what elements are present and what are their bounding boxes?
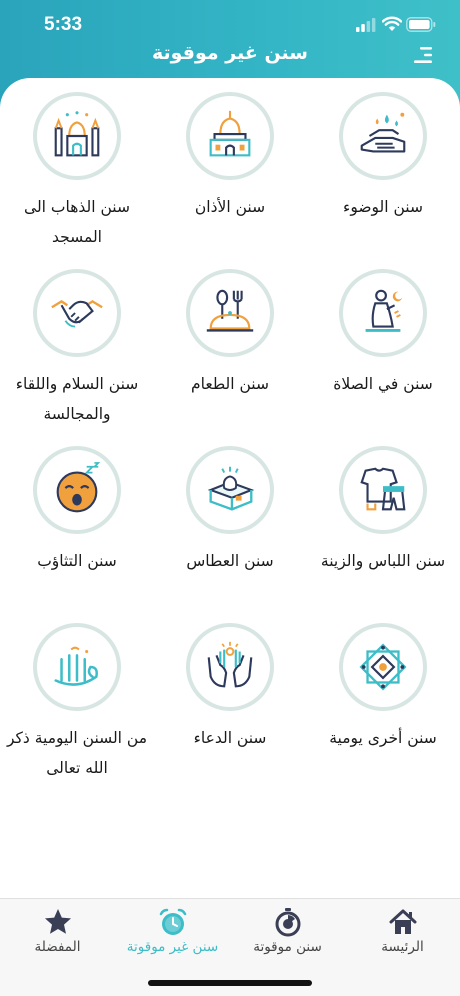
- timer-icon: [275, 908, 300, 937]
- allah-calligraphy-icon: [33, 623, 121, 711]
- grid-item-label: سنن في الصلاة: [333, 375, 433, 393]
- praying-man-icon: [339, 269, 427, 357]
- battery-icon: [406, 17, 436, 32]
- mosque-dome-icon: [186, 92, 274, 180]
- handshake-icon: [33, 269, 121, 357]
- grid-item-label: سنن الوضوء: [343, 198, 423, 216]
- page-title: سنن غير موقوتة: [151, 42, 308, 64]
- food-spoon-fork-icon: [186, 269, 274, 357]
- grid-item-label: سنن السلام واللقاء والمجالسة: [15, 375, 139, 423]
- tab-favorites[interactable]: المفضلة: [0, 907, 115, 955]
- grid-item-label: سنن الدعاء: [193, 729, 267, 747]
- grid-item-label: سنن الذهاب الى المسجد: [24, 198, 130, 246]
- tab-label: سنن موقوتة: [253, 939, 322, 955]
- yawning-face-icon: [33, 446, 121, 534]
- wifi-icon: [382, 16, 402, 31]
- star-icon: [44, 909, 71, 934]
- grid-item-label: سنن الأذان: [194, 198, 266, 216]
- cellular-signal-icon: [356, 18, 376, 32]
- wudu-hands-icon: [339, 92, 427, 180]
- content-panel: سنن الوضوء سنن الأذان سنن الذهاب الى الم…: [0, 78, 460, 898]
- status-icons: [356, 15, 436, 35]
- menu-icon[interactable]: [412, 44, 434, 66]
- grid-item-label: سنن اللباس والزينة: [320, 552, 446, 570]
- title-bar: سنن غير موقوتة: [0, 40, 460, 70]
- tab-home[interactable]: الرئيسة: [345, 907, 460, 955]
- grid-item-label: سنن التثاؤب: [37, 552, 117, 570]
- tab-timed-sunnah[interactable]: سنن موقوتة: [230, 907, 345, 955]
- grid-item-label: سنن العطاس: [186, 552, 274, 570]
- grid-item-label: سنن أخرى يومية: [329, 729, 437, 747]
- islamic-pattern-icon: [339, 623, 427, 711]
- home-icon: [389, 909, 416, 934]
- tab-untimed-sunnah[interactable]: سنن غير موقوتة: [115, 907, 230, 955]
- dua-hands-icon: [186, 623, 274, 711]
- mosque-minarets-icon: [33, 92, 121, 180]
- tab-label: المفضلة: [34, 939, 81, 955]
- home-indicator: [148, 980, 312, 986]
- tab-label: الرئيسة: [381, 939, 424, 955]
- tab-label: سنن غير موقوتة: [126, 939, 219, 955]
- alarm-clock-icon: [159, 908, 186, 935]
- grid-item-label: سنن الطعام: [191, 375, 269, 393]
- status-time: 5:33: [44, 14, 83, 35]
- tissue-box-icon: [186, 446, 274, 534]
- grid-item-label: من السنن اليومية ذكر الله تعالى: [6, 729, 148, 777]
- clothes-icon: [339, 446, 427, 534]
